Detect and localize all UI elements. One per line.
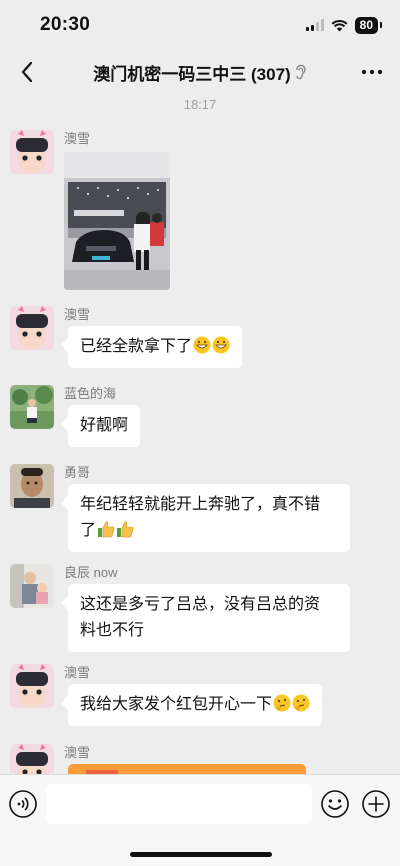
message-bubble[interactable]: 已经全款拿下了 bbox=[68, 326, 243, 368]
sender-name: 良辰 now bbox=[64, 565, 118, 580]
message-timestamp: 18:17 bbox=[183, 97, 217, 112]
battery-indicator: 80 bbox=[354, 16, 383, 34]
car-photo[interactable] bbox=[64, 152, 170, 290]
avatar[interactable] bbox=[10, 744, 54, 774]
sender-name: 澳雪 bbox=[64, 307, 91, 322]
red-packet[interactable] bbox=[68, 764, 306, 774]
avatar[interactable] bbox=[10, 385, 54, 429]
sender-name: 蓝色的海 bbox=[64, 386, 117, 401]
avatar[interactable] bbox=[10, 306, 54, 350]
message-text: 好靓啊 bbox=[80, 417, 129, 434]
thumbs-up-emoji-icon bbox=[117, 521, 134, 538]
sender-name: 勇哥 bbox=[64, 465, 91, 480]
avatar[interactable] bbox=[10, 130, 54, 174]
message-bubble[interactable]: 这还是多亏了吕总，没有吕总的资 料也不行 bbox=[68, 584, 350, 652]
message-text-line-2: 了 bbox=[80, 522, 97, 539]
chat-title: 澳门机密一码三中三 (307) bbox=[93, 64, 291, 84]
chat-area[interactable]: 18:17 澳雪 澳雪 已经全款拿下了 蓝色的海 好靓啊 勇哥 年纪轻轻就能开上… bbox=[0, 94, 400, 774]
avatar[interactable] bbox=[10, 664, 54, 708]
status-time: 20:30 bbox=[40, 14, 91, 35]
plus-icon[interactable] bbox=[361, 789, 391, 819]
voice-icon[interactable] bbox=[8, 789, 38, 819]
message-text-line-1: 这还是多亏了吕总，没有吕总的资 bbox=[80, 596, 321, 613]
emoji-icon[interactable] bbox=[320, 789, 350, 819]
thumbs-up-emoji-icon bbox=[98, 521, 115, 538]
thinking-emoji-icon bbox=[292, 694, 310, 712]
message-input[interactable] bbox=[46, 784, 312, 824]
avatar[interactable] bbox=[10, 564, 54, 608]
sender-name: 澳雪 bbox=[64, 131, 91, 146]
chat-title-container: 澳门机密一码三中三 (307) bbox=[93, 60, 306, 85]
thinking-emoji-icon bbox=[273, 694, 291, 712]
nav-bar: 澳门机密一码三中三 (307) bbox=[0, 50, 400, 94]
grin-emoji-icon bbox=[193, 336, 211, 354]
avatar[interactable] bbox=[10, 464, 54, 508]
home-indicator[interactable] bbox=[130, 852, 272, 857]
message-bubble[interactable]: 我给大家发个红包开心一下 bbox=[68, 684, 323, 726]
sender-name: 澳雪 bbox=[64, 665, 91, 680]
signal-icon bbox=[305, 19, 324, 31]
status-bar: 20:30 80 bbox=[0, 0, 400, 50]
status-icons: 80 bbox=[305, 16, 383, 34]
message-text-line-1: 年纪轻轻就能开上奔驰了，真不错 bbox=[80, 496, 321, 513]
grin-emoji-icon bbox=[212, 336, 230, 354]
message-bubble[interactable]: 好靓啊 bbox=[68, 405, 141, 447]
message-text-line-2: 料也不行 bbox=[80, 622, 145, 639]
more-icon[interactable] bbox=[360, 62, 384, 82]
wifi-icon bbox=[331, 19, 348, 31]
ear-icon bbox=[296, 64, 306, 80]
sender-name: 澳雪 bbox=[64, 745, 91, 760]
back-arrow-icon[interactable] bbox=[14, 58, 42, 86]
message-text: 已经全款拿下了 bbox=[80, 338, 193, 355]
message-text: 我给大家发个红包开心一下 bbox=[80, 696, 273, 713]
message-bubble[interactable]: 年纪轻轻就能开上奔驰了，真不错 了 bbox=[68, 484, 350, 552]
